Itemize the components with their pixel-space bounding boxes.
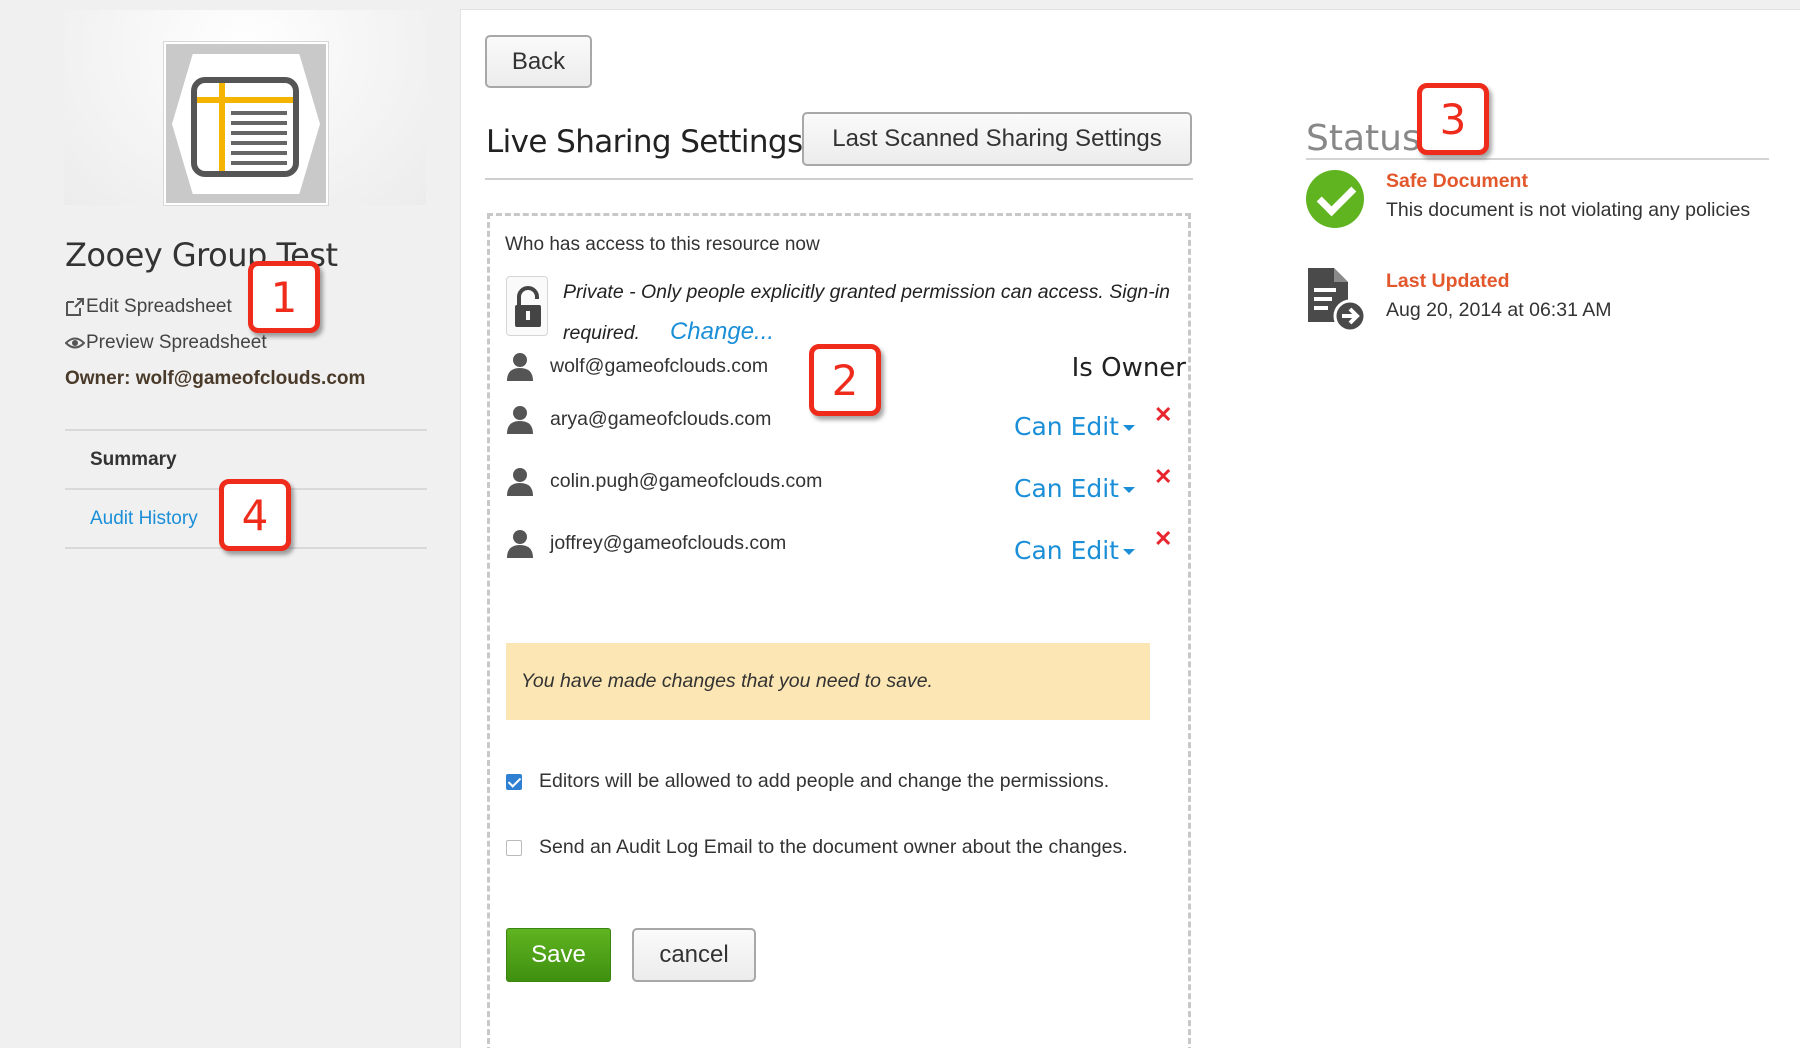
eye-icon bbox=[64, 333, 86, 353]
lock-icon bbox=[506, 276, 548, 336]
privacy-text: Private - Only people explicitly granted… bbox=[563, 281, 1170, 344]
remove-person-icon[interactable]: ✕ bbox=[1154, 526, 1172, 552]
owner-role: Is Owner bbox=[1071, 353, 1186, 383]
external-link-icon bbox=[65, 297, 85, 317]
audit-email-checkbox[interactable] bbox=[506, 839, 522, 856]
person-email: wolf@gameofclouds.com bbox=[550, 355, 769, 377]
last-updated-date: Aug 20, 2014 at 06:31 AM bbox=[1386, 299, 1612, 321]
access-heading: Who has access to this resource now bbox=[505, 234, 820, 255]
callout-badge: 1 bbox=[248, 261, 320, 333]
owner-label: Owner: wolf@gameofclouds.com bbox=[65, 368, 366, 389]
cancel-button[interactable]: cancel bbox=[632, 928, 756, 982]
remove-person-icon[interactable]: ✕ bbox=[1154, 402, 1172, 428]
callout-badge: 4 bbox=[219, 479, 291, 551]
permission-dropdown[interactable]: Can Edit bbox=[1014, 536, 1135, 565]
spreadsheet-thumbnail-icon bbox=[164, 42, 328, 205]
list-item: joffrey@gameofclouds.com Can Edit ✕ bbox=[506, 526, 1186, 566]
privacy-description: Private - Only people explicitly granted… bbox=[563, 272, 1178, 353]
person-email: arya@gameofclouds.com bbox=[550, 408, 772, 430]
permission-label: Can Edit bbox=[1014, 474, 1119, 503]
person-email: joffrey@gameofclouds.com bbox=[550, 532, 787, 554]
preview-spreadsheet-link[interactable]: Preview Spreadsheet bbox=[64, 332, 267, 354]
status-heading: Status bbox=[1306, 118, 1421, 159]
save-button[interactable]: Save bbox=[506, 928, 611, 982]
user-icon bbox=[506, 528, 534, 558]
user-icon bbox=[506, 404, 534, 434]
user-icon bbox=[506, 351, 534, 381]
sharing-panel: Who has access to this resource now Priv… bbox=[487, 213, 1191, 1048]
preview-spreadsheet-label: Preview Spreadsheet bbox=[86, 332, 267, 353]
editors-permission-checkbox[interactable] bbox=[506, 773, 522, 790]
user-icon bbox=[506, 466, 534, 496]
callout-badge: 3 bbox=[1417, 83, 1489, 155]
main-panel: Back Live Sharing Settings Last Scanned … bbox=[460, 9, 1800, 1048]
unsaved-changes-warning: You have made changes that you need to s… bbox=[506, 643, 1150, 720]
live-sharing-settings-heading: Live Sharing Settings bbox=[486, 124, 803, 160]
check-circle-icon bbox=[1306, 170, 1364, 228]
last-updated-label: Last Updated bbox=[1386, 270, 1510, 292]
last-scanned-sharing-settings-button[interactable]: Last Scanned Sharing Settings bbox=[802, 112, 1192, 166]
edit-spreadsheet-label: Edit Spreadsheet bbox=[86, 296, 232, 317]
editors-permission-label: Editors will be allowed to add people an… bbox=[539, 770, 1110, 792]
remove-person-icon[interactable]: ✕ bbox=[1154, 464, 1172, 490]
divider bbox=[1306, 158, 1769, 160]
audit-email-label: Send an Audit Log Email to the document … bbox=[539, 836, 1128, 858]
callout-badge: 2 bbox=[809, 344, 881, 416]
permission-dropdown[interactable]: Can Edit bbox=[1014, 474, 1135, 503]
safe-document-label: Safe Document bbox=[1386, 170, 1528, 192]
safe-document-description: This document is not violating any polic… bbox=[1386, 199, 1751, 221]
document-update-icon bbox=[1306, 266, 1368, 334]
caret-down-icon bbox=[1122, 549, 1135, 555]
person-email: colin.pugh@gameofclouds.com bbox=[550, 470, 823, 492]
permission-label: Can Edit bbox=[1014, 536, 1119, 565]
permission-label: Can Edit bbox=[1014, 412, 1119, 441]
divider bbox=[485, 178, 1193, 180]
editors-permission-option[interactable]: Editors will be allowed to add people an… bbox=[506, 770, 1109, 793]
caret-down-icon bbox=[1122, 487, 1135, 493]
audit-email-option[interactable]: Send an Audit Log Email to the document … bbox=[506, 836, 1128, 859]
list-item: colin.pugh@gameofclouds.com Can Edit ✕ bbox=[506, 464, 1186, 504]
permission-dropdown[interactable]: Can Edit bbox=[1014, 412, 1135, 441]
change-privacy-link[interactable]: Change... bbox=[670, 318, 774, 345]
caret-down-icon bbox=[1122, 425, 1135, 431]
back-button[interactable]: Back bbox=[485, 35, 592, 88]
edit-spreadsheet-link[interactable]: Edit Spreadsheet bbox=[65, 296, 232, 318]
